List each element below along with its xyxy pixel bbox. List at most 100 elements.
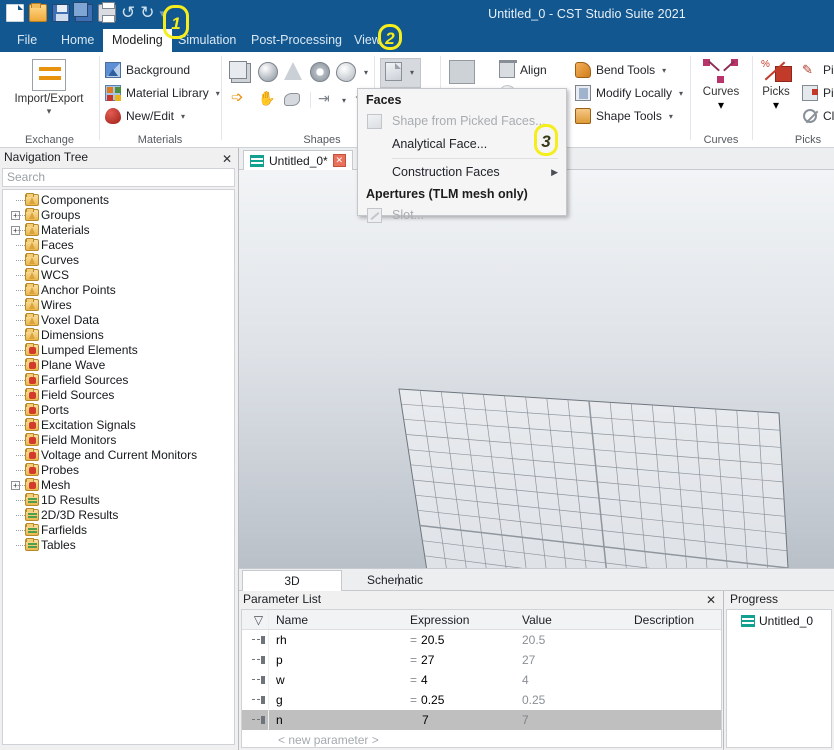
pick-edge-button[interactable]: Pick E [802, 83, 834, 103]
material-library-button[interactable]: Material Library ▾ [105, 83, 220, 103]
parameter-expression[interactable]: = 27 [403, 650, 515, 670]
picks-button[interactable]: % Picks ▾ [753, 58, 799, 112]
boolean-icon[interactable] [449, 60, 475, 84]
transform-icon[interactable]: ➩ [231, 90, 244, 106]
tree-item-lumped-elements[interactable]: Lumped Elements [3, 343, 234, 358]
mirror-icon[interactable]: ⇥ [318, 90, 330, 106]
chevron-down-icon[interactable]: ▾ [342, 96, 346, 105]
table-row[interactable]: w = 4 4 [242, 670, 721, 690]
shape-tools-button[interactable]: Shape Tools ▾ [575, 106, 673, 126]
chevron-down-icon[interactable]: ▾ [8, 106, 90, 117]
parameter-expression[interactable]: = 20.5 [403, 630, 515, 650]
tree-item-tables[interactable]: Tables [3, 538, 234, 553]
parameter-description[interactable] [627, 630, 721, 650]
parameter-description[interactable] [627, 650, 721, 670]
progress-body[interactable]: Untitled_0 [726, 609, 832, 748]
close-icon[interactable]: ✕ [332, 154, 346, 167]
progress-item[interactable]: Untitled_0 [727, 610, 831, 628]
tree-item-wcs[interactable]: WCS [3, 268, 234, 283]
blend-icon[interactable] [284, 93, 300, 106]
tree-item-excitation-signals[interactable]: Excitation Signals [3, 418, 234, 433]
bend-tools-button[interactable]: Bend Tools ▾ [575, 60, 666, 80]
chevron-down-icon[interactable]: ▾ [753, 98, 799, 112]
row-handle-icon[interactable] [242, 670, 269, 690]
tree-item-1d-results[interactable]: 1D Results [3, 493, 234, 508]
tree-item-plane-wave[interactable]: Plane Wave [3, 358, 234, 373]
tree-item-components[interactable]: Components [3, 193, 234, 208]
close-icon[interactable]: ✕ [222, 150, 232, 169]
new-parameter-row[interactable]: < new parameter > [242, 730, 721, 750]
chevron-down-icon[interactable]: ▾ [662, 66, 666, 75]
table-row[interactable]: g = 0.25 0.25 [242, 690, 721, 710]
ellipsoid-icon[interactable] [336, 62, 356, 82]
parameter-expression[interactable]: = 0.25 [403, 690, 515, 710]
column-header-description[interactable]: Description [627, 610, 721, 629]
column-header-expression[interactable]: Expression [403, 610, 515, 629]
filter-icon[interactable]: ▽ [242, 610, 269, 629]
pick-point-button[interactable]: ✎ Pick P [802, 60, 834, 80]
column-header-value[interactable]: Value [515, 610, 627, 629]
chevron-down-icon[interactable]: ▾ [364, 68, 368, 77]
tab-3d[interactable]: 3D [242, 570, 342, 591]
chevron-down-icon[interactable]: ▾ [691, 98, 751, 112]
parameter-expression[interactable]: 7 [403, 710, 515, 730]
modify-locally-button[interactable]: Modify Locally ▾ [575, 83, 683, 103]
tree-item-curves[interactable]: Curves [3, 253, 234, 268]
brick-icon[interactable] [229, 61, 251, 83]
import-export-button[interactable]: Import/Export ▾ [8, 56, 90, 117]
tab-schematic[interactable]: Schematic [349, 570, 441, 591]
tree-item-2d-3d-results[interactable]: 2D/3D Results [3, 508, 234, 523]
chevron-down-icon[interactable]: ▾ [216, 89, 220, 98]
3d-viewport[interactable] [239, 170, 834, 568]
parameter-name[interactable]: g [269, 690, 403, 710]
tree-item-ports[interactable]: Ports [3, 403, 234, 418]
row-handle-icon[interactable] [242, 630, 269, 650]
parameter-description[interactable] [627, 670, 721, 690]
document-tab-untitled-0[interactable]: Untitled_0* ✕ [243, 150, 353, 170]
tab-post-processing[interactable]: Post-Processing [242, 29, 351, 52]
row-handle-icon[interactable] [242, 690, 269, 710]
tree-item-voltage-and-current-monitors[interactable]: Voltage and Current Monitors [3, 448, 234, 463]
menu-item-slot[interactable]: Slot... [358, 204, 566, 227]
tree-item-farfields[interactable]: Farfields [3, 523, 234, 538]
chevron-down-icon[interactable]: ▾ [669, 112, 673, 121]
chevron-down-icon[interactable]: ▾ [679, 89, 683, 98]
search-input[interactable]: Search [2, 168, 235, 187]
tree-item-farfield-sources[interactable]: Farfield Sources [3, 373, 234, 388]
tree-item-voxel-data[interactable]: Voxel Data [3, 313, 234, 328]
parameter-table[interactable]: ▽ Name Expression Value Description rh = 2… [241, 609, 722, 748]
parameter-description[interactable] [627, 690, 721, 710]
chevron-down-icon[interactable]: ▾ [410, 68, 414, 77]
tree-item-mesh[interactable]: + Mesh [3, 478, 234, 493]
tree-item-faces[interactable]: Faces [3, 238, 234, 253]
align-button[interactable]: Align [499, 60, 547, 80]
navigation-tree-list[interactable]: Components + Groups + Materials Faces Curves WC… [2, 189, 235, 745]
background-button[interactable]: Background [105, 60, 190, 80]
row-handle-icon[interactable] [242, 710, 269, 730]
parameter-name[interactable]: p [269, 650, 403, 670]
tab-modeling[interactable]: Modeling [103, 29, 172, 52]
torus-icon[interactable] [310, 62, 330, 82]
parameter-name[interactable]: w [269, 670, 403, 690]
tab-home[interactable]: Home [52, 29, 103, 52]
chevron-down-icon[interactable]: ▾ [181, 112, 185, 121]
tree-item-anchor-points[interactable]: Anchor Points [3, 283, 234, 298]
bend-shape-icon[interactable]: ✋ [258, 90, 275, 106]
sphere-icon[interactable] [258, 62, 278, 82]
table-row[interactable]: rh = 20.5 20.5 [242, 630, 721, 650]
parameter-name[interactable]: rh [269, 630, 403, 650]
curves-button[interactable]: Curves ▾ [691, 58, 751, 112]
cone-icon[interactable] [284, 62, 302, 80]
tree-item-materials[interactable]: + Materials [3, 223, 234, 238]
tree-item-groups[interactable]: + Groups [3, 208, 234, 223]
parameter-expression[interactable]: = 4 [403, 670, 515, 690]
parameter-description[interactable] [627, 710, 721, 730]
tree-item-dimensions[interactable]: Dimensions [3, 328, 234, 343]
menu-item-construction-faces[interactable]: Construction Faces ▶ [358, 161, 566, 184]
close-icon[interactable]: ✕ [706, 592, 716, 609]
clear-picks-button[interactable]: Clear [802, 106, 834, 126]
tree-item-field-monitors[interactable]: Field Monitors [3, 433, 234, 448]
tree-item-probes[interactable]: Probes [3, 463, 234, 478]
tab-file[interactable]: File [8, 29, 46, 52]
column-header-name[interactable]: Name [269, 610, 403, 629]
